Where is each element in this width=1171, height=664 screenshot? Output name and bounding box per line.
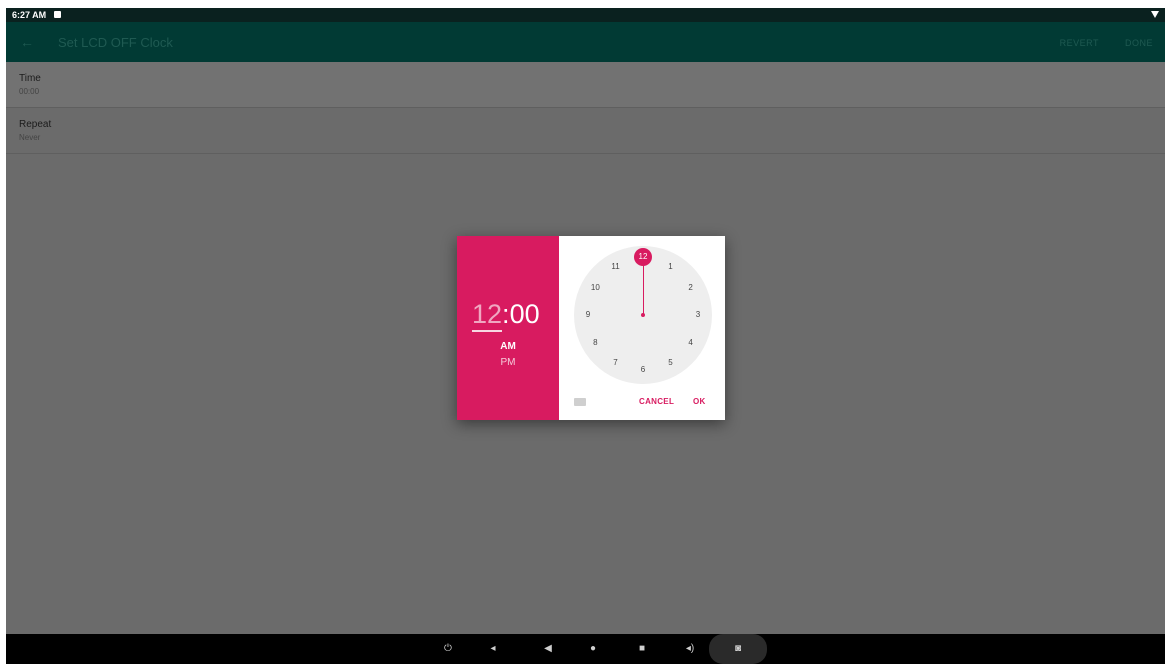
volume-up-icon[interactable]: ◂) — [681, 634, 699, 664]
clock-hand — [642, 260, 644, 315]
minute-display[interactable]: 00 — [510, 299, 540, 329]
keyboard-icon[interactable] — [574, 398, 586, 406]
clock-number-8[interactable]: 8 — [586, 337, 604, 349]
page-title: Set LCD OFF Clock — [58, 35, 173, 50]
app-bar: ← Set LCD OFF Clock REVERT DONE — [6, 22, 1165, 62]
clock-number-11[interactable]: 11 — [607, 261, 625, 273]
status-bar: 6:27 AM — [6, 8, 1165, 22]
selected-time-display: 12:00 — [472, 299, 540, 332]
clock-number-3[interactable]: 3 — [689, 309, 707, 321]
clock-number-10[interactable]: 10 — [586, 282, 604, 294]
ok-button[interactable]: OK — [693, 397, 706, 406]
time-picker-dialog: 12:00 AM PM 12 1 2 3 4 5 6 7 8 9 10 11 CANCEL OK — [457, 236, 725, 420]
home-icon[interactable]: ● — [584, 634, 602, 664]
repeat-setting-value: Never — [19, 133, 41, 142]
revert-button[interactable]: REVERT — [1060, 38, 1099, 48]
navigation-bar: ⏻ ◂ ◀ ● ■ ◂) ◙ — [6, 634, 1165, 664]
pm-toggle[interactable]: PM — [457, 357, 559, 368]
am-toggle[interactable]: AM — [457, 341, 559, 352]
clock-number-9[interactable]: 9 — [579, 309, 597, 321]
time-picker-header: 12:00 AM PM — [457, 236, 559, 420]
screenshot-icon[interactable]: ◙ — [709, 634, 767, 664]
status-time: 6:27 AM — [12, 10, 47, 20]
time-setting[interactable]: Time 00:00 — [6, 62, 1165, 108]
power-icon[interactable]: ⏻ — [439, 634, 457, 664]
recents-icon[interactable]: ■ — [633, 634, 651, 664]
clock-center-dot — [641, 313, 645, 317]
time-separator: : — [502, 299, 510, 329]
back-arrow-icon[interactable]: ← — [20, 34, 34, 50]
clock-number-7[interactable]: 7 — [607, 357, 625, 369]
selected-hour-marker[interactable]: 12 — [634, 248, 652, 266]
done-button[interactable]: DONE — [1125, 38, 1153, 48]
repeat-setting[interactable]: Repeat Never — [6, 108, 1165, 154]
clock-number-2[interactable]: 2 — [682, 282, 700, 294]
repeat-setting-label: Repeat — [19, 119, 52, 130]
clock-number-5[interactable]: 5 — [662, 357, 680, 369]
wifi-icon — [1151, 11, 1159, 18]
cancel-button[interactable]: CANCEL — [639, 397, 674, 406]
hour-display[interactable]: 12 — [472, 299, 503, 332]
clock-number-1[interactable]: 1 — [662, 261, 680, 273]
android-screen: 6:27 AM ← Set LCD OFF Clock REVERT DONE … — [6, 8, 1165, 664]
clock-number-6[interactable]: 6 — [634, 364, 652, 376]
back-icon[interactable]: ◀ — [539, 634, 557, 664]
volume-down-icon[interactable]: ◂ — [484, 634, 502, 664]
clock-number-4[interactable]: 4 — [682, 337, 700, 349]
notification-icon — [54, 11, 61, 18]
time-setting-label: Time — [19, 73, 41, 84]
clock-face[interactable]: 12 1 2 3 4 5 6 7 8 9 10 11 — [574, 246, 712, 384]
time-setting-value: 00:00 — [19, 87, 40, 96]
